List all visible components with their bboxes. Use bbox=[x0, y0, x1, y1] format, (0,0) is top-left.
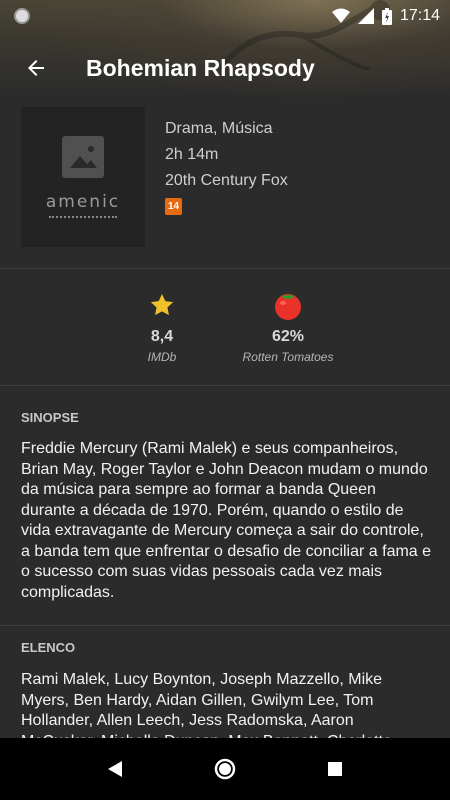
back-button[interactable] bbox=[8, 40, 64, 96]
poster-brand-dots bbox=[49, 216, 117, 218]
app-bar: Bohemian Rhapsody bbox=[0, 40, 450, 96]
imdb-score: 8,4 IMDb bbox=[102, 290, 222, 364]
rotten-tomatoes-label: Rotten Tomatoes bbox=[242, 350, 334, 364]
imdb-score-label: IMDb bbox=[147, 350, 177, 364]
nav-back-button[interactable] bbox=[95, 749, 135, 789]
image-placeholder-icon bbox=[62, 136, 104, 178]
wifi-icon bbox=[331, 8, 350, 23]
page-title: Bohemian Rhapsody bbox=[86, 54, 315, 81]
notification-icon bbox=[14, 8, 30, 24]
divider bbox=[0, 385, 450, 386]
divider bbox=[0, 625, 450, 626]
synopsis-text: Freddie Mercury (Rami Malek) e seus comp… bbox=[21, 440, 432, 601]
scores-row: 8,4 IMDb 62% Rotten Tomatoes bbox=[0, 268, 450, 384]
movie-poster: amenic bbox=[21, 107, 145, 247]
rotten-tomatoes-score: 62% Rotten Tomatoes bbox=[228, 290, 348, 364]
movie-studio: 20th Century Fox bbox=[165, 172, 288, 189]
battery-icon bbox=[381, 7, 392, 25]
navigation-bar bbox=[0, 738, 450, 800]
circle-home-icon bbox=[214, 758, 236, 780]
movie-info: amenic Drama, Música 2h 14m 20th Century… bbox=[0, 107, 450, 267]
nav-home-button[interactable] bbox=[205, 749, 245, 789]
movie-genres: Drama, Música bbox=[165, 120, 273, 137]
rotten-tomatoes-value: 62% bbox=[271, 328, 305, 345]
tomato-icon bbox=[275, 294, 301, 320]
movie-duration: 2h 14m bbox=[165, 146, 219, 163]
signal-icon bbox=[357, 8, 374, 24]
nav-recents-button[interactable] bbox=[315, 749, 355, 789]
status-time: 17:14 bbox=[399, 7, 440, 24]
age-rating-badge: 14 bbox=[165, 198, 182, 215]
synopsis-heading: SINOPSE bbox=[21, 410, 79, 425]
triangle-back-icon bbox=[108, 761, 122, 777]
cast-heading: ELENCO bbox=[21, 640, 76, 655]
status-bar: 17:14 bbox=[0, 0, 450, 32]
arrow-back-icon bbox=[28, 60, 44, 76]
square-recents-icon bbox=[328, 762, 342, 776]
poster-brand-logo: amenic bbox=[45, 192, 121, 212]
imdb-score-value: 8,4 bbox=[150, 328, 174, 345]
star-icon bbox=[150, 293, 174, 316]
cast-text: Rami Malek, Lucy Boynton, Joseph Mazzell… bbox=[21, 671, 392, 738]
